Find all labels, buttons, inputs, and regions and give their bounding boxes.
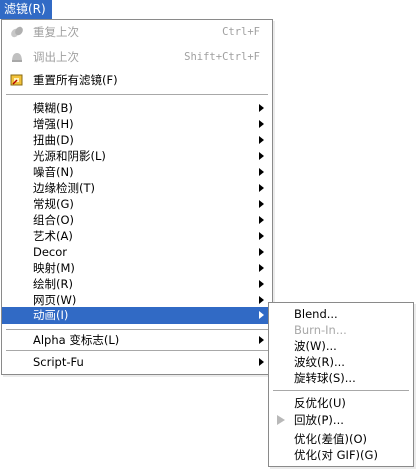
submenu-item-burn-in: Burn-In... xyxy=(269,322,413,338)
submenu-item-spinning-globe[interactable]: 旋转球(S)... xyxy=(269,370,413,386)
alpha-to-logo-label: Alpha 变标志(L) xyxy=(33,333,120,347)
submenu-arrow-icon xyxy=(259,248,264,256)
submenu-item-waves[interactable]: 波(W)... xyxy=(269,338,413,354)
animation-label: 动画(I) xyxy=(33,308,69,322)
menu-item-reset-all[interactable]: 重置所有滤镜(F) xyxy=(2,72,272,88)
animation-submenu: Blend... Burn-In... 波(W)... 波纹(R)... 旋转球… xyxy=(268,302,414,467)
enhance-label: 增强(H) xyxy=(33,117,74,131)
submenu-arrow-icon xyxy=(259,280,264,288)
menu-item-distorts[interactable]: 扭曲(D) xyxy=(2,132,272,148)
menu-item-blur[interactable]: 模糊(B) xyxy=(2,100,272,116)
repeat-icon xyxy=(11,26,23,38)
menu-item-noise[interactable]: 噪音(N) xyxy=(2,164,272,180)
blend-label: Blend... xyxy=(294,307,338,321)
menu-item-render[interactable]: 绘制(R) xyxy=(2,276,272,292)
submenu-arrow-icon xyxy=(259,311,264,319)
map-label: 映射(M) xyxy=(33,261,75,275)
reshow-icon xyxy=(12,53,22,62)
burn-in-label: Burn-In... xyxy=(294,323,347,337)
waves-label: 波(W)... xyxy=(294,339,337,353)
noise-label: 噪音(N) xyxy=(33,165,74,179)
separator xyxy=(273,390,409,391)
separator xyxy=(6,94,268,95)
edge-detect-label: 边缘检测(T) xyxy=(33,181,95,195)
optimize-gif-label: 优化(对 GIF)(G) xyxy=(294,448,378,462)
submenu-arrow-icon xyxy=(259,216,264,224)
submenu-item-playback[interactable]: 回放(P)... xyxy=(269,412,413,428)
decor-label: Decor xyxy=(33,245,68,259)
menu-item-decor[interactable]: Decor xyxy=(2,244,272,260)
separator xyxy=(6,329,268,330)
filters-menu: 重复上次 Ctrl+F 调出上次 Shift+Ctrl+F 重置所有滤镜(F) … xyxy=(1,19,273,375)
menu-item-animation[interactable]: 动画(I) xyxy=(2,307,272,324)
generic-label: 常规(G) xyxy=(33,197,74,211)
reset-icon xyxy=(10,74,23,86)
menu-item-enhance[interactable]: 增强(H) xyxy=(2,116,272,132)
menu-item-reshow-last: 调出上次 Shift+Ctrl+F xyxy=(2,49,272,65)
submenu-arrow-icon xyxy=(259,232,264,240)
playback-icon xyxy=(277,415,285,425)
submenu-item-optimize-gif[interactable]: 优化(对 GIF)(G) xyxy=(269,447,413,463)
submenu-arrow-icon xyxy=(259,200,264,208)
menu-item-script-fu[interactable]: Script-Fu xyxy=(2,354,272,370)
menu-item-light-shadow[interactable]: 光源和阴影(L) xyxy=(2,148,272,164)
submenu-arrow-icon xyxy=(259,120,264,128)
submenu-arrow-icon xyxy=(259,184,264,192)
submenu-item-unoptimize[interactable]: 反优化(U) xyxy=(269,395,413,411)
blur-label: 模糊(B) xyxy=(33,101,73,115)
repeat-last-shortcut: Ctrl+F xyxy=(222,26,260,38)
spinning-globe-label: 旋转球(S)... xyxy=(294,371,356,385)
script-fu-label: Script-Fu xyxy=(33,355,84,369)
menu-item-web[interactable]: 网页(W) xyxy=(2,292,272,308)
light-shadow-label: 光源和阴影(L) xyxy=(33,149,106,163)
web-label: 网页(W) xyxy=(33,293,77,307)
artistic-label: 艺术(A) xyxy=(33,229,73,243)
menu-item-alpha-to-logo[interactable]: Alpha 变标志(L) xyxy=(2,332,272,348)
menubar-filters[interactable]: 滤镜(R) xyxy=(0,0,52,19)
menu-item-combine[interactable]: 组合(O) xyxy=(2,212,272,228)
submenu-arrow-icon xyxy=(259,136,264,144)
submenu-arrow-icon xyxy=(259,336,264,344)
submenu-item-optimize-difference[interactable]: 优化(差值)(O) xyxy=(269,431,413,447)
reshow-last-label: 调出上次 xyxy=(33,50,79,64)
submenu-item-rippling[interactable]: 波纹(R)... xyxy=(269,354,413,370)
menu-item-map[interactable]: 映射(M) xyxy=(2,260,272,276)
playback-label: 回放(P)... xyxy=(294,413,344,427)
submenu-arrow-icon xyxy=(259,296,264,304)
submenu-arrow-icon xyxy=(259,264,264,272)
submenu-item-blend[interactable]: Blend... xyxy=(269,306,413,322)
reshow-last-shortcut: Shift+Ctrl+F xyxy=(184,51,260,63)
unoptimize-label: 反优化(U) xyxy=(294,396,346,410)
separator xyxy=(6,350,268,351)
reset-all-label: 重置所有滤镜(F) xyxy=(33,73,118,87)
combine-label: 组合(O) xyxy=(33,213,75,227)
menu-item-generic[interactable]: 常规(G) xyxy=(2,196,272,212)
optimize-difference-label: 优化(差值)(O) xyxy=(294,432,367,446)
menu-item-repeat-last: 重复上次 Ctrl+F xyxy=(2,24,272,40)
submenu-arrow-icon xyxy=(259,168,264,176)
menu-item-edge-detect[interactable]: 边缘检测(T) xyxy=(2,180,272,196)
submenu-arrow-icon xyxy=(259,104,264,112)
menu-item-artistic[interactable]: 艺术(A) xyxy=(2,228,272,244)
repeat-last-label: 重复上次 xyxy=(33,25,79,39)
render-label: 绘制(R) xyxy=(33,277,73,291)
rippling-label: 波纹(R)... xyxy=(294,355,345,369)
submenu-arrow-icon xyxy=(259,152,264,160)
submenu-arrow-icon xyxy=(259,358,264,366)
distorts-label: 扭曲(D) xyxy=(33,133,74,147)
